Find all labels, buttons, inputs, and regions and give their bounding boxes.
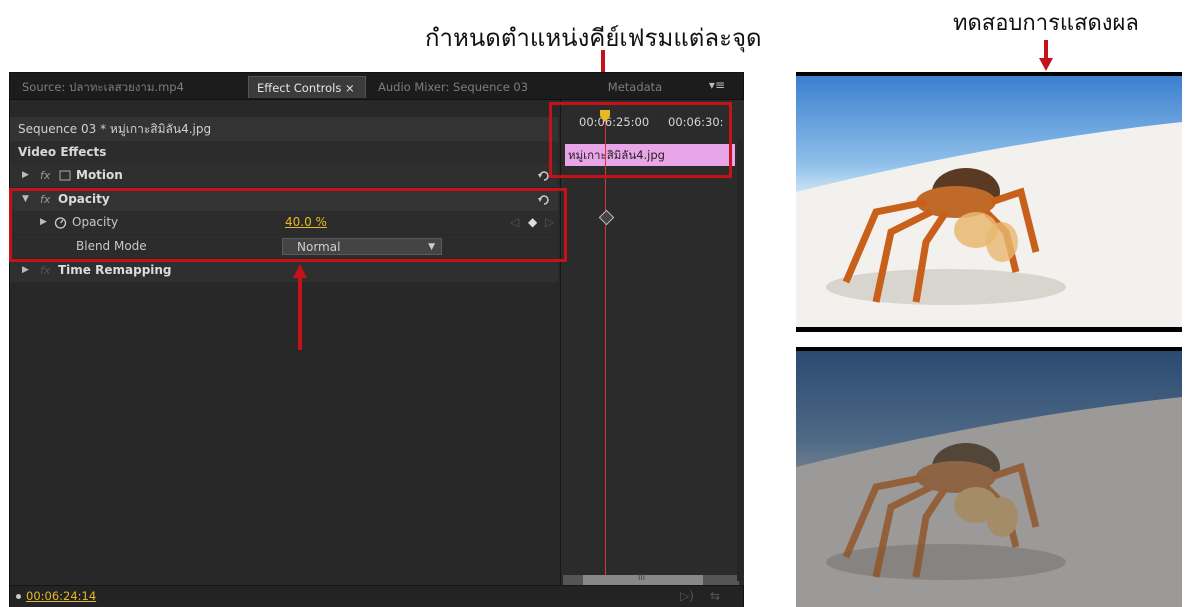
result-annotation: ทดสอบการแสดงผล: [953, 11, 1139, 36]
tab-audio-mixer[interactable]: Audio Mixer: Sequence 03: [370, 76, 540, 98]
current-timecode[interactable]: 00:06:24:14: [26, 589, 96, 603]
fx-icon[interactable]: fx: [40, 164, 50, 187]
scrollbar-thumb[interactable]: III: [583, 573, 703, 585]
video-effects-header: Video Effects: [10, 141, 558, 164]
tab-effect-controls[interactable]: Effect Controls ×: [248, 76, 366, 98]
keyframe-diamond-icon[interactable]: [598, 209, 615, 226]
expand-triangle-icon[interactable]: ▶: [22, 259, 29, 282]
expand-triangle-icon[interactable]: ▶: [22, 164, 29, 187]
effect-row-time-remapping[interactable]: ▶ fx Time Remapping: [10, 259, 558, 282]
arrow-to-result-icon: [1039, 40, 1053, 71]
time-remapping-label: Time Remapping: [58, 263, 172, 277]
tab-bar: Source: ปลาทะเลสวยงาม.mp4 Effect Control…: [10, 73, 743, 100]
status-bar: 00:06:24:14 ▷) ⇆: [10, 585, 743, 607]
crab-photo-full-opacity: [796, 72, 1182, 332]
highlight-opacity-box: [9, 188, 567, 262]
video-effects-label: Video Effects: [18, 145, 107, 159]
panel-menu-icon[interactable]: ▾≡: [709, 78, 725, 92]
scrollbar-grip: III: [638, 573, 646, 582]
transform-icon: [59, 170, 71, 181]
timeline-zoom-scrollbar[interactable]: III: [563, 573, 739, 585]
playhead-line[interactable]: [605, 110, 606, 575]
vertical-scrollbar[interactable]: [737, 141, 743, 581]
loop-icon[interactable]: ⇆: [710, 589, 720, 603]
keyframe-annotation: กำหนดตำแหน่งคีย์เฟรมแต่ละจุด: [425, 24, 762, 52]
fx-icon: fx: [40, 264, 51, 277]
highlight-timeline-box: [549, 102, 732, 178]
effect-row-motion[interactable]: ▶ fx Motion: [10, 164, 558, 187]
play-indicator-icon: [16, 594, 21, 599]
tab-source[interactable]: Source: ปลาทะเลสวยงาม.mp4: [14, 76, 244, 98]
tab-metadata[interactable]: Metadata: [590, 76, 680, 98]
motion-label: Motion: [76, 168, 123, 182]
sequence-clip-label: Sequence 03 * หมู่เกาะสิมิลัน4.jpg: [10, 117, 558, 141]
crab-photo-40-opacity: [796, 347, 1182, 607]
play-audio-icon[interactable]: ▷): [680, 589, 694, 603]
arrow-to-opacity-icon: [293, 264, 307, 350]
